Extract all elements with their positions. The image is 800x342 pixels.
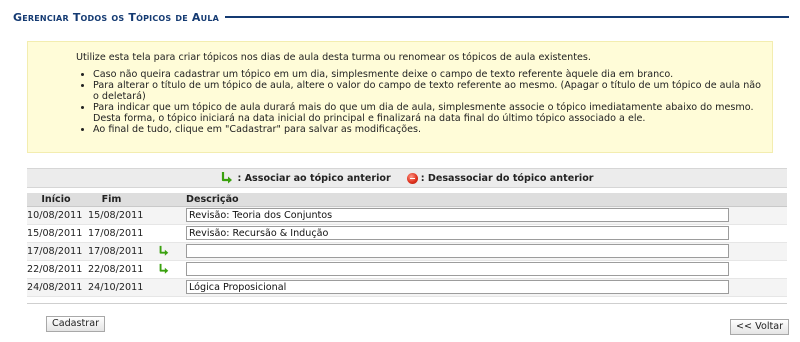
cell-descricao [179,260,787,279]
instructions-list: Caso não queira cadastrar um tópico em u… [76,69,762,135]
cell-fim: 17/08/2011 [81,224,149,243]
title-divider [225,16,789,18]
cell-descricao [179,206,787,225]
cell-action [149,260,179,279]
legend-associate: : Associar ao tópico anterior [220,171,391,185]
table-header-row: Início Fim Descrição [27,193,787,207]
table-row: 17/08/2011 17/08/2011 [27,242,787,261]
header-inicio: Início [27,193,81,207]
cell-inicio: 15/08/2011 [27,224,82,243]
instruction-item: Ao final de tudo, clique em "Cadastrar" … [93,124,762,135]
page-header: Gerenciar Todos os Tópicos de Aula [13,9,789,25]
topic-description-input[interactable] [186,244,729,258]
cell-action [149,278,179,297]
cell-inicio: 10/08/2011 [27,206,82,225]
topic-description-input[interactable] [186,280,729,294]
voltar-button[interactable]: << Voltar [730,319,790,335]
footer-divider [27,303,787,304]
cell-fim: 24/10/2011 [81,278,149,297]
table-row: 24/08/2011 24/10/2011 [27,278,787,297]
icon-legend: : Associar ao tópico anterior : Desassoc… [27,168,787,188]
cell-action [149,224,179,243]
cell-inicio: 24/08/2011 [27,278,82,297]
instruction-item: Para alterar o título de um tópico de au… [93,80,762,102]
legend-disassociate-label: : Desassociar do tópico anterior [420,172,594,184]
header-fim: Fim [81,193,149,207]
legend-associate-label: : Associar ao tópico anterior [237,172,391,184]
topic-description-input[interactable] [186,208,729,222]
header-descricao: Descrição [179,193,787,207]
cell-action [149,242,179,261]
topic-description-input[interactable] [186,262,729,276]
topics-table: Início Fim Descrição 10/08/2011 15/08/20… [27,193,787,297]
cell-fim: 22/08/2011 [81,260,149,279]
cell-action [149,206,179,225]
cell-descricao [179,242,787,261]
instruction-item: Para indicar que um tópico de aula durar… [93,102,762,124]
header-action [149,193,179,207]
instructions-intro: Utilize esta tela para criar tópicos nos… [76,52,591,63]
table-row: 15/08/2011 17/08/2011 [27,224,787,243]
cell-descricao [179,278,787,297]
green-arrow-icon [222,172,233,184]
page-title: Gerenciar Todos os Tópicos de Aula [13,10,220,24]
red-circle-minus-icon [406,172,418,184]
topic-description-input[interactable] [186,226,729,240]
table-row: 22/08/2011 22/08/2011 [27,260,787,279]
instruction-item: Caso não queira cadastrar um tópico em u… [93,69,762,80]
associate-arrow-icon[interactable] [158,263,170,275]
cell-fim: 15/08/2011 [81,206,149,225]
cell-fim: 17/08/2011 [81,242,149,261]
cadastrar-button[interactable]: Cadastrar [46,316,106,332]
cell-descricao [179,224,787,243]
associate-arrow-icon[interactable] [158,245,170,257]
cell-inicio: 22/08/2011 [27,260,82,279]
cell-inicio: 17/08/2011 [27,242,82,261]
legend-disassociate: : Desassociar do tópico anterior [406,172,594,184]
instructions-box: Utilize esta tela para criar tópicos nos… [27,41,773,153]
table-row: 10/08/2011 15/08/2011 [27,206,787,225]
